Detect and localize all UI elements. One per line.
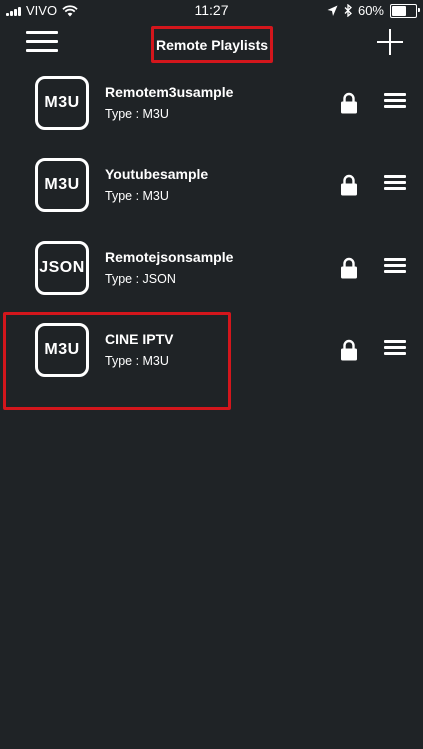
bluetooth-icon <box>344 4 352 17</box>
lock-icon[interactable] <box>340 257 358 279</box>
reorder-handle-icon[interactable] <box>384 175 406 191</box>
menu-icon-bar <box>26 49 58 52</box>
lock-icon[interactable] <box>340 174 358 196</box>
reorder-handle-icon[interactable] <box>384 258 406 274</box>
m3u-format-icon: M3U <box>35 76 89 130</box>
m3u-format-icon: M3U <box>35 323 89 377</box>
playlist-name: CINE IPTV <box>105 331 174 347</box>
menu-button[interactable] <box>26 30 58 54</box>
location-arrow-icon <box>327 5 338 16</box>
status-bar: VIVO 11:27 60% <box>0 0 423 20</box>
lock-icon[interactable] <box>340 92 358 114</box>
add-playlist-button[interactable] <box>377 29 403 55</box>
json-format-icon: JSON <box>35 241 89 295</box>
page-title: Remote Playlists <box>151 26 273 63</box>
reorder-handle-icon[interactable] <box>384 93 406 109</box>
playlist-type: Type : JSON <box>105 272 176 286</box>
battery-level <box>392 5 406 16</box>
playlist-row[interactable]: M3U CINE IPTV Type : M3U <box>0 323 423 405</box>
playlist-row[interactable]: M3U Youtubesample Type : M3U <box>0 158 423 240</box>
playlist-name: Youtubesample <box>105 166 209 182</box>
navigation-bar: Remote Playlists <box>0 20 423 64</box>
playlist-row[interactable]: M3U Remotem3usample Type : M3U <box>0 76 423 158</box>
menu-icon-bar <box>26 31 58 34</box>
battery-percent: 60% <box>357 3 384 18</box>
battery-icon <box>390 3 420 18</box>
playlist-name: Remotejsonsample <box>105 249 234 265</box>
m3u-format-icon: M3U <box>35 158 89 212</box>
lock-icon[interactable] <box>340 339 358 361</box>
playlist-row[interactable]: JSON Remotejsonsample Type : JSON <box>0 241 423 323</box>
playlist-type: Type : M3U <box>105 107 169 121</box>
playlist-type: Type : M3U <box>105 189 169 203</box>
reorder-handle-icon[interactable] <box>384 340 406 356</box>
playlist-name: Remotem3usample <box>105 84 234 100</box>
playlist-type: Type : M3U <box>105 354 169 368</box>
status-right: 60% <box>327 3 420 18</box>
menu-icon-bar <box>26 40 58 43</box>
